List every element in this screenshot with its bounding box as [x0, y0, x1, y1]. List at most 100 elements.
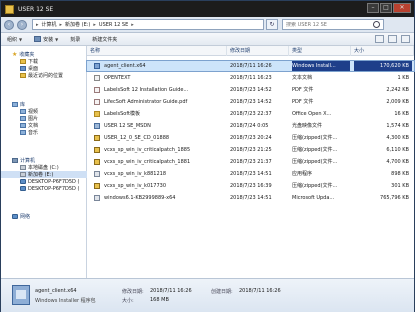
file-name: windows6.1-KB2999889-x64 — [104, 195, 176, 201]
sidebar-item-network-drive-1[interactable]: DESKTOP-P6F7D5D ( — [1, 178, 87, 185]
file-size: 765,796 KB — [380, 195, 409, 201]
file-date: 2018/7/23 20:24 — [230, 135, 272, 141]
file-row[interactable]: vcxs_sp_win_iv_criticalpatch_1885 2018/7/… — [87, 145, 414, 155]
file-row[interactable]: windows6.1-KB2999889-x64 2018/7/23 14:51 M… — [87, 193, 414, 203]
file-list: agent_client.x64 2018/7/11 16:26 Windows I… — [86, 57, 415, 278]
file-row[interactable]: USER 12 SE_MSDN 2018/7/24 0:05 光盘映像文件 1,574… — [87, 121, 414, 131]
zip-file-icon — [94, 183, 100, 189]
libraries-group: 库 视频 图片 文档 音乐 — [1, 100, 87, 136]
breadcrumb-drive[interactable]: 新加卷 (E:) — [65, 21, 90, 28]
breadcrumb-computer[interactable]: 计算机 — [42, 21, 57, 28]
search-box[interactable] — [282, 19, 384, 30]
file-type: 压缩(zipped)文件... — [292, 147, 338, 153]
sidebar-item-documents[interactable]: 文档 — [1, 122, 87, 129]
command-bar: 组织 ▼ 安装 ▼ 刻录 新建文件夹 — [1, 33, 414, 46]
sidebar-item-label: 下载 — [28, 59, 39, 65]
file-size: 6,110 KB — [386, 147, 409, 153]
file-row[interactable]: vcxs_sp_win_iv_criticalpatch_1881 2018/7/… — [87, 157, 414, 167]
documents-icon — [20, 123, 26, 128]
cab-file-icon — [94, 195, 100, 201]
file-date: 2018/7/11 16:26 — [230, 63, 272, 69]
chevron-right-icon: ▸ — [131, 21, 134, 28]
file-row[interactable]: LifecSoft Administrator Guide.pdf 2018/7/… — [87, 97, 414, 107]
refresh-button[interactable]: ↻ — [266, 19, 278, 30]
file-name: vcxs_sp_win_iv_k881218 — [104, 171, 167, 177]
column-header-size[interactable]: 大小 — [351, 46, 414, 56]
favorites-header[interactable]: ★ 收藏夹 — [1, 50, 87, 58]
file-type: PDF 文件 — [292, 99, 314, 105]
search-icon[interactable] — [373, 21, 380, 28]
organize-menu[interactable]: 组织 ▼ — [1, 36, 28, 43]
file-size: 1,574 KB — [386, 123, 409, 129]
view-options-icon[interactable] — [375, 35, 384, 43]
file-row[interactable]: LabelsSoft模板 2018/7/23 22:37 Office Open X… — [87, 109, 414, 119]
file-row[interactable]: USER_12_0_SE_CD_01888 2018/7/23 20:24 压缩(z… — [87, 133, 414, 143]
sidebar-item-pictures[interactable]: 图片 — [1, 115, 87, 122]
new-folder-button[interactable]: 新建文件夹 — [86, 36, 123, 43]
close-button[interactable]: ✕ — [393, 3, 411, 13]
sidebar-item-desktop[interactable]: 桌面 — [1, 65, 87, 72]
file-date: 2018/7/23 21:37 — [230, 159, 272, 165]
file-size: 4,300 KB — [386, 135, 409, 141]
preview-pane-icon[interactable] — [388, 35, 397, 43]
computer-header[interactable]: 计算机 — [1, 156, 87, 164]
navigation-pane: ★ 收藏夹 下载 桌面 最近访问的位置 库 视频 图片 文档 音乐 计算机 本地… — [1, 46, 87, 278]
drive-icon — [20, 172, 26, 177]
videos-icon — [20, 109, 26, 114]
libraries-label: 库 — [20, 101, 26, 108]
sidebar-item-label: 视频 — [28, 109, 39, 115]
column-header-date[interactable]: 修改日期 — [227, 46, 289, 56]
sidebar-item-network-drive-2[interactable]: DESKTOP-P6F7D5D ( — [1, 185, 87, 192]
file-row[interactable]: vcxs_sp_win_iv_k881218 2018/7/23 14:51 应用程… — [87, 169, 414, 179]
libraries-header[interactable]: 库 — [1, 100, 87, 108]
details-created-value: 2018/7/11 16:26 — [239, 288, 281, 294]
file-type: 压缩(zipped)文件... — [292, 183, 338, 189]
sidebar-item-recent[interactable]: 最近访问的位置 — [1, 72, 87, 79]
sidebar-item-music[interactable]: 音乐 — [1, 129, 87, 136]
column-header-type[interactable]: 类型 — [289, 46, 351, 56]
sidebar-item-local-disk-c[interactable]: 本地磁盘 (C:) — [1, 164, 87, 171]
cab-file-icon — [94, 171, 100, 177]
column-header-name[interactable]: 名称 — [87, 46, 227, 56]
file-row[interactable]: agent_client.x64 2018/7/11 16:26 Windows I… — [86, 60, 415, 72]
file-name: vcxs_sp_win_iv_k017730 — [104, 183, 167, 189]
file-name: LabelsSoft 12 Installation Guide... — [104, 87, 189, 93]
file-type: 光盘映像文件 — [292, 123, 323, 129]
window-title: USER 12 SE — [18, 5, 54, 13]
file-size: 898 KB — [391, 171, 409, 177]
file-row[interactable]: OPENTEXT 2018/7/11 16:23 文本文档 1 KB — [87, 73, 414, 83]
file-date: 2018/7/23 14:52 — [230, 87, 272, 93]
burn-label: 刻录 — [70, 36, 81, 43]
minimize-button[interactable]: – — [367, 3, 379, 13]
forward-button[interactable]: › — [17, 19, 27, 30]
file-row[interactable]: LabelsSoft 12 Installation Guide... 2018/… — [87, 85, 414, 95]
burn-button[interactable]: 刻录 — [64, 36, 86, 43]
title-bar[interactable]: USER 12 SE – □ ✕ — [1, 1, 414, 17]
file-date: 2018/7/23 22:37 — [230, 111, 272, 117]
network-header[interactable]: 网络 — [1, 212, 87, 220]
sidebar-item-downloads[interactable]: 下载 — [1, 58, 87, 65]
favorites-group: ★ 收藏夹 下载 桌面 最近访问的位置 — [1, 50, 87, 79]
help-icon[interactable] — [401, 35, 410, 43]
file-name: LifecSoft Administrator Guide.pdf — [104, 99, 188, 105]
sidebar-item-volume-e[interactable]: 新加卷 (E:) — [1, 171, 87, 178]
file-date: 2018/7/23 14:51 — [230, 171, 272, 177]
window-controls: – □ ✕ — [367, 3, 411, 13]
file-date: 2018/7/24 0:05 — [230, 123, 269, 129]
star-icon: ★ — [12, 50, 18, 58]
fold-file-icon — [94, 111, 100, 117]
back-button[interactable]: ‹ — [4, 19, 14, 30]
drive-icon — [20, 165, 26, 170]
install-button[interactable]: 安装 ▼ — [28, 36, 64, 43]
chevron-right-icon: ▸ — [93, 21, 96, 28]
file-name: agent_client.x64 — [104, 63, 146, 69]
sidebar-item-label: 最近访问的位置 — [28, 73, 64, 79]
search-input[interactable] — [286, 21, 366, 28]
desktop-icon — [20, 66, 26, 71]
breadcrumb[interactable]: ▸ 计算机 ▸ 新加卷 (E:) ▸ USER 12 SE ▸ — [32, 19, 264, 30]
sidebar-item-videos[interactable]: 视频 — [1, 108, 87, 115]
breadcrumb-folder[interactable]: USER 12 SE — [99, 22, 128, 28]
file-row[interactable]: vcxs_sp_win_iv_k017730 2018/7/23 16:39 压缩(… — [87, 181, 414, 191]
maximize-button[interactable]: □ — [380, 3, 392, 13]
details-size-label: 大小: — [122, 298, 134, 304]
